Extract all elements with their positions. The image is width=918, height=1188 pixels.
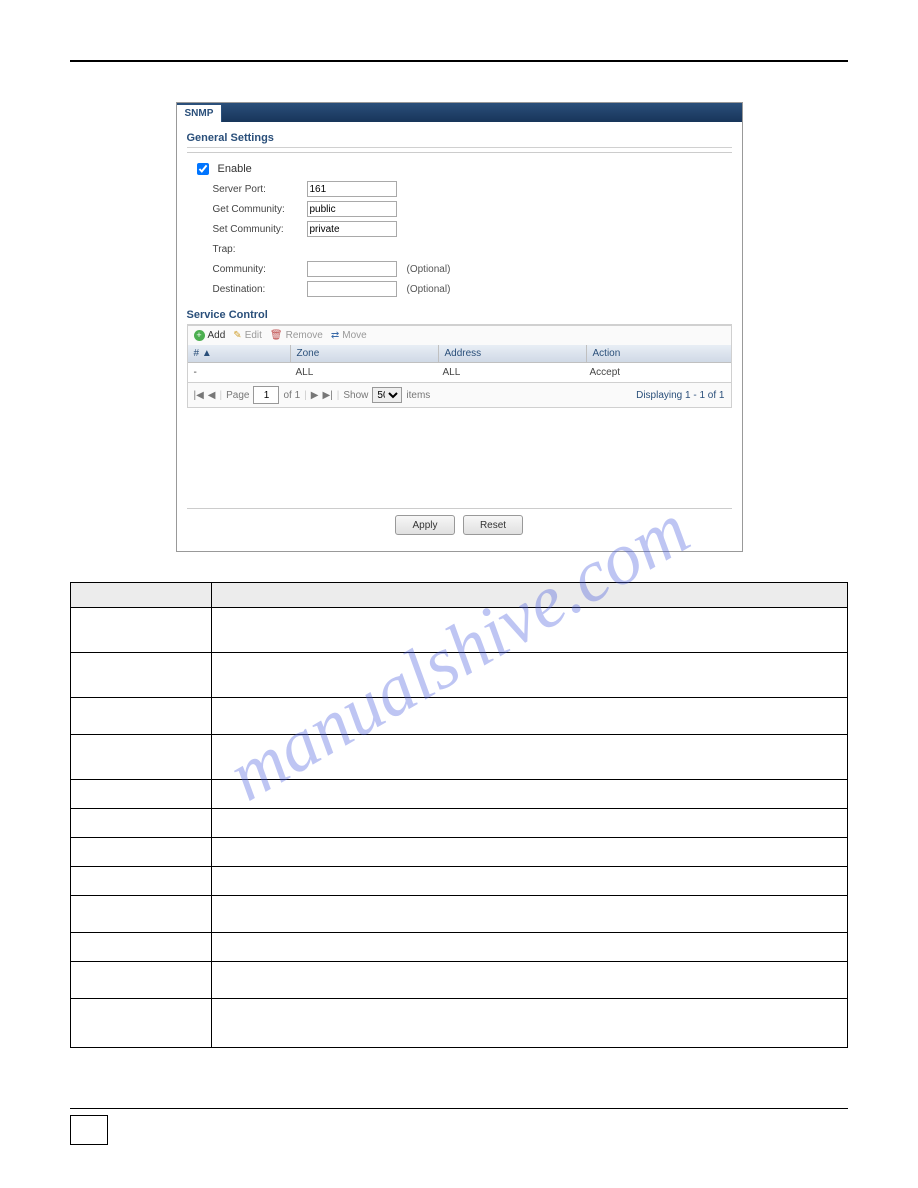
screenshot-panel: SNMP General Settings Enable Server Port…	[176, 102, 743, 552]
col-header-zone[interactable]: Zone	[291, 345, 439, 362]
tab-bar: SNMP	[177, 103, 742, 122]
get-community-label: Get Community:	[213, 204, 301, 215]
table-row	[71, 867, 848, 896]
trap-destination-optional: (Optional)	[407, 284, 451, 295]
enable-label: Enable	[218, 163, 252, 175]
trap-community-label: Community:	[213, 264, 301, 275]
cell-num: -	[188, 365, 290, 380]
top-rule	[70, 60, 848, 62]
cell-address: ALL	[437, 365, 584, 380]
table-row[interactable]: - ALL ALL Accept	[188, 363, 731, 382]
trap-label: Trap:	[213, 244, 301, 255]
move-icon: ⇄	[331, 330, 339, 341]
cell-action: Accept	[584, 365, 731, 380]
pager: |◀ ◀ | Page of 1 | ▶ ▶| | Show 50 items …	[187, 383, 732, 408]
table-row	[71, 838, 848, 867]
table-row	[71, 933, 848, 962]
page-number-box	[70, 1115, 108, 1145]
table-row	[71, 780, 848, 809]
section-title-general: General Settings	[187, 128, 732, 148]
last-page-icon[interactable]: ▶|	[322, 390, 332, 401]
server-port-input[interactable]	[307, 181, 397, 197]
set-community-label: Set Community:	[213, 224, 301, 235]
description-table	[70, 582, 848, 1048]
enable-checkbox[interactable]	[197, 163, 209, 175]
page-size-select[interactable]: 50	[372, 387, 402, 403]
page-input[interactable]	[253, 386, 279, 404]
table-row	[71, 653, 848, 698]
table-row	[71, 698, 848, 735]
show-label: Show	[343, 390, 368, 401]
service-grid: # ▲ Zone Address Action - ALL ALL Accept	[187, 345, 732, 383]
page-of-label: of 1	[283, 390, 300, 401]
col-header-num[interactable]: # ▲	[188, 345, 291, 362]
table-row	[71, 583, 848, 608]
move-button[interactable]: ⇄Move	[331, 330, 367, 341]
trap-destination-label: Destination:	[213, 284, 301, 295]
apply-button[interactable]: Apply	[395, 515, 455, 535]
grid-toolbar: +Add ✎Edit 🗑Remove ⇄Move	[187, 325, 732, 345]
trap-destination-input[interactable]	[307, 281, 397, 297]
col-header-address[interactable]: Address	[439, 345, 587, 362]
trap-community-optional: (Optional)	[407, 264, 451, 275]
next-page-icon[interactable]: ▶	[311, 390, 319, 401]
tab-snmp[interactable]: SNMP	[177, 103, 223, 122]
edit-icon: ✎	[233, 330, 241, 341]
first-page-icon[interactable]: |◀	[194, 390, 204, 401]
table-row	[71, 735, 848, 780]
table-row	[71, 608, 848, 653]
table-row	[71, 809, 848, 838]
remove-button[interactable]: 🗑Remove	[270, 330, 323, 341]
remove-icon: 🗑	[270, 330, 283, 341]
col-header-action[interactable]: Action	[587, 345, 731, 362]
items-label: items	[406, 390, 430, 401]
prev-page-icon[interactable]: ◀	[208, 390, 216, 401]
add-icon: +	[194, 330, 205, 341]
add-button[interactable]: +Add	[194, 330, 226, 341]
page-footer	[70, 1108, 848, 1148]
edit-button[interactable]: ✎Edit	[233, 330, 262, 341]
set-community-input[interactable]	[307, 221, 397, 237]
trap-community-input[interactable]	[307, 261, 397, 277]
button-bar: Apply Reset	[187, 508, 732, 541]
get-community-input[interactable]	[307, 201, 397, 217]
pager-displaying: Displaying 1 - 1 of 1	[636, 390, 724, 401]
page-label: Page	[226, 390, 249, 401]
table-row	[71, 999, 848, 1048]
cell-zone: ALL	[290, 365, 437, 380]
reset-button[interactable]: Reset	[463, 515, 523, 535]
table-row	[71, 896, 848, 933]
table-row	[71, 962, 848, 999]
server-port-label: Server Port:	[213, 184, 301, 195]
section-title-service: Service Control	[187, 299, 732, 325]
